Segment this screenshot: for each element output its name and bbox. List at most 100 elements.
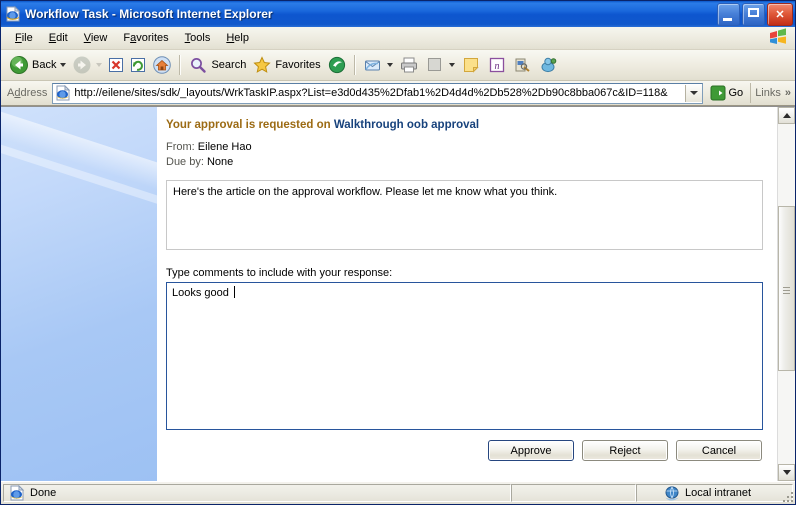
favorites-button[interactable]: Favorites — [249, 53, 323, 77]
forward-arrow-icon — [72, 55, 92, 75]
search-button[interactable]: Search — [185, 53, 249, 77]
reject-button[interactable]: Reject — [582, 440, 668, 461]
security-zone[interactable]: Local intranet — [636, 484, 793, 502]
page-title: Your approval is requested on Walkthroug… — [166, 119, 763, 131]
approval-heading-prefix: Your approval is requested on — [166, 119, 334, 131]
browser-window: Workflow Task - Microsoft Internet Explo… — [0, 0, 796, 505]
from-value: Eilene Hao — [197, 141, 252, 153]
address-label: Address — [7, 87, 48, 99]
address-dropdown-button[interactable] — [684, 84, 702, 102]
menu-item-help[interactable]: Help — [218, 30, 257, 46]
research-icon — [513, 55, 533, 75]
edit-page-icon — [425, 55, 445, 75]
refresh-icon — [130, 57, 146, 73]
document-link[interactable]: Walkthrough oob approval — [334, 119, 479, 131]
go-button[interactable]: Go — [703, 85, 749, 101]
close-icon: ✕ — [775, 8, 785, 21]
back-button[interactable]: Back — [6, 53, 69, 77]
menu-item-tools[interactable]: Tools — [177, 30, 219, 46]
menu-bar: File Edit View Favorites Tools Help — [1, 27, 795, 50]
scroll-up-icon — [782, 113, 791, 118]
menu-item-favorites[interactable]: Favorites — [115, 30, 176, 46]
minimize-button[interactable] — [717, 2, 740, 26]
scrollbar-track[interactable] — [778, 124, 795, 464]
links-button[interactable]: Links » — [750, 83, 795, 103]
menu-item-edit[interactable]: Edit — [41, 30, 76, 46]
globe-icon — [664, 485, 680, 501]
search-label: Search — [211, 59, 247, 71]
page-viewport: Your approval is requested on Walkthroug… — [1, 106, 795, 481]
favorites-label: Favorites — [275, 59, 321, 71]
svg-text:n: n — [494, 61, 499, 72]
cancel-button[interactable]: Cancel — [676, 440, 762, 461]
ie-document-icon — [5, 6, 21, 22]
status-progress-cell — [511, 484, 636, 502]
media-button[interactable] — [324, 53, 350, 77]
windows-flag-icon — [767, 28, 789, 48]
stop-button[interactable] — [105, 53, 127, 77]
mail-button[interactable] — [360, 53, 396, 77]
messenger-button[interactable] — [536, 53, 562, 77]
title-bar: Workflow Task - Microsoft Internet Explo… — [1, 1, 795, 27]
window-controls: ✕ — [717, 2, 793, 26]
zone-text: Local intranet — [685, 487, 752, 499]
chevron-down-icon[interactable] — [60, 63, 67, 67]
chevron-down-icon[interactable] — [448, 63, 455, 67]
forward-button[interactable] — [69, 53, 105, 77]
menu-item-view[interactable]: View — [76, 30, 116, 46]
chevron-down-icon[interactable] — [386, 63, 393, 67]
ie-document-icon — [55, 85, 71, 101]
status-message: Done — [3, 484, 511, 502]
mail-icon — [363, 55, 383, 75]
chevron-down-icon[interactable] — [96, 63, 103, 67]
close-button[interactable]: ✕ — [767, 2, 793, 26]
onenote-icon: n — [487, 55, 507, 75]
double-chevron-icon: » — [784, 87, 791, 99]
refresh-button[interactable] — [127, 53, 149, 77]
address-input[interactable]: http://eilene/sites/sdk/_layouts/WrkTask… — [52, 82, 703, 104]
window-title: Workflow Task - Microsoft Internet Explo… — [25, 7, 273, 21]
go-label: Go — [728, 87, 744, 99]
home-icon — [152, 55, 172, 75]
edit-page-button[interactable] — [422, 53, 458, 77]
notes-button[interactable] — [458, 53, 484, 77]
comments-input[interactable]: Looks good — [166, 282, 763, 430]
comments-label: Type comments to include with your respo… — [166, 267, 393, 279]
onenote-button[interactable]: n — [484, 53, 510, 77]
menu-item-file[interactable]: File — [7, 30, 41, 46]
due-by-row: Due by: None — [166, 156, 763, 168]
go-arrow-icon — [710, 85, 726, 101]
status-bar: Done Local intranet — [1, 481, 795, 504]
back-label: Back — [32, 59, 57, 71]
links-label: Links — [755, 87, 781, 99]
due-by-value: None — [206, 156, 234, 168]
chevron-down-icon — [689, 91, 698, 95]
address-url-text: http://eilene/sites/sdk/_layouts/WrkTask… — [74, 87, 668, 99]
toolbar: Back Search Favorites n — [1, 50, 795, 81]
media-icon — [327, 55, 347, 75]
scrollbar-thumb[interactable] — [778, 206, 795, 371]
from-row: From: Eilene Hao — [166, 141, 763, 153]
message-text: Here's the article on the approval workf… — [173, 186, 558, 198]
comments-value: Looks good — [172, 287, 232, 299]
research-button[interactable] — [510, 53, 536, 77]
print-icon — [399, 55, 419, 75]
form-sidebar — [1, 107, 158, 481]
approve-button[interactable]: Approve — [488, 440, 574, 461]
home-button[interactable] — [149, 53, 175, 77]
star-icon — [252, 55, 272, 75]
vertical-scrollbar[interactable] — [777, 107, 795, 481]
scroll-up-button[interactable] — [778, 107, 795, 124]
print-button[interactable] — [396, 53, 422, 77]
scroll-down-button[interactable] — [778, 464, 795, 481]
from-label: From: — [166, 141, 195, 153]
stop-icon — [108, 57, 124, 73]
messenger-icon — [539, 55, 559, 75]
search-icon — [188, 55, 208, 75]
maximize-button[interactable] — [742, 2, 765, 26]
message-body: Here's the article on the approval workf… — [166, 180, 763, 250]
scrollbar-grip-icon — [783, 285, 790, 294]
ie-document-icon — [9, 485, 25, 501]
scroll-down-icon — [782, 470, 791, 475]
resize-grip[interactable] — [780, 489, 793, 502]
